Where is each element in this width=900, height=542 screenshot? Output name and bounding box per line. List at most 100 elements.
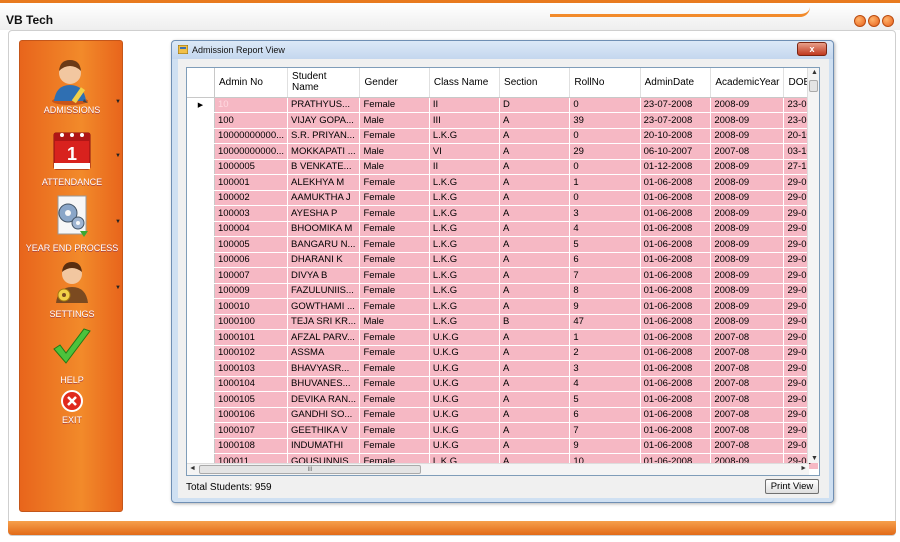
table-cell[interactable]: L.K.G	[429, 236, 501, 253]
scroll-right-icon[interactable]: ►	[800, 465, 807, 472]
table-cell[interactable]: 1000105	[214, 391, 289, 408]
table-cell[interactable]: 2008-09	[710, 236, 785, 253]
table-cell[interactable]: U.K.G	[429, 407, 501, 423]
table-cell[interactable]: 1000102	[214, 345, 289, 361]
table-cell[interactable]: 2008-09	[710, 112, 785, 129]
table-cell[interactable]: 01-06-2008	[640, 314, 712, 330]
table-cell[interactable]: 01-06-2008	[640, 221, 712, 237]
chevron-down-icon[interactable]: ▼	[115, 99, 121, 105]
table-cell[interactable]: 100003	[214, 205, 289, 222]
table-cell[interactable]: 100005	[214, 236, 289, 253]
table-cell[interactable]: Female	[359, 391, 430, 408]
table-cell[interactable]: BHAVYASR...	[287, 360, 361, 377]
row-header[interactable]	[187, 391, 215, 408]
table-cell[interactable]: AYESHA P	[287, 205, 361, 222]
window-dot-3[interactable]	[882, 15, 894, 27]
table-row[interactable]: 100010 GOWTHAMI ... Female L.K.G A 9 01-06-200…	[187, 298, 819, 315]
nav-year-end-process[interactable]: YEAR END PROCESS ▼	[20, 193, 124, 253]
table-cell[interactable]: L.K.G	[429, 267, 501, 284]
table-cell[interactable]: A	[499, 360, 571, 377]
table-cell[interactable]: DHARANI K	[287, 252, 361, 268]
table-cell[interactable]: A	[499, 407, 571, 423]
table-cell[interactable]: Female	[359, 221, 430, 237]
table-cell[interactable]: A	[499, 205, 571, 222]
horizontal-scrollbar[interactable]: ◄ III ►	[187, 463, 809, 475]
table-row[interactable]: 10000000000... MOKKAPATI ... Male VI A 29 06-1…	[187, 143, 819, 160]
table-cell[interactable]: A	[499, 143, 571, 160]
scroll-down-icon[interactable]: ▼	[811, 455, 818, 462]
column-header[interactable]: Gender	[359, 68, 430, 98]
row-header[interactable]	[187, 267, 215, 284]
table-cell[interactable]: 7	[569, 267, 641, 284]
table-cell[interactable]: 6	[569, 407, 641, 423]
window-title-bar[interactable]: Admission Report View x	[172, 41, 833, 59]
table-row[interactable]: 100005 BANGARU N... Female L.K.G A 5 01-06-200…	[187, 236, 819, 253]
row-header[interactable]	[187, 205, 215, 222]
table-cell[interactable]: Male	[359, 314, 430, 330]
table-cell[interactable]: Female	[359, 407, 430, 423]
table-cell[interactable]: 39	[569, 112, 641, 129]
table-cell[interactable]: 01-06-2008	[640, 391, 712, 408]
table-cell[interactable]: Female	[359, 298, 430, 315]
table-cell[interactable]: 9	[569, 438, 641, 454]
table-cell[interactable]: 2007-08	[710, 329, 785, 346]
table-cell[interactable]: 100010	[214, 298, 289, 315]
row-header[interactable]	[187, 143, 215, 160]
table-cell[interactable]: BANGARU N...	[287, 236, 361, 253]
table-cell[interactable]: 100006	[214, 252, 289, 268]
table-cell[interactable]: DEVIKA RAN...	[287, 391, 361, 408]
table-cell[interactable]: 01-06-2008	[640, 438, 712, 454]
table-cell[interactable]: 2007-08	[710, 345, 785, 361]
table-row[interactable]: 100003 AYESHA P Female L.K.G A 3 01-06-2008 200…	[187, 205, 819, 222]
table-cell[interactable]: A	[499, 438, 571, 454]
table-cell[interactable]: A	[499, 190, 571, 206]
column-header[interactable]: RollNo	[569, 68, 641, 98]
nav-help[interactable]: HELP	[20, 325, 124, 385]
horizontal-scroll-thumb[interactable]: III	[199, 465, 421, 474]
table-cell[interactable]: AFZAL PARV...	[287, 329, 361, 346]
table-cell[interactable]: ALEKHYA M	[287, 174, 361, 191]
table-cell[interactable]: Female	[359, 438, 430, 454]
table-cell[interactable]: Female	[359, 236, 430, 253]
window-dot-2[interactable]	[868, 15, 880, 27]
scroll-left-icon[interactable]: ◄	[189, 465, 196, 472]
table-cell[interactable]: U.K.G	[429, 345, 501, 361]
table-cell[interactable]: 100004	[214, 221, 289, 237]
table-cell[interactable]: 8	[569, 283, 641, 299]
table-cell[interactable]: 2008-09	[710, 221, 785, 237]
table-cell[interactable]: 2008-09	[710, 190, 785, 206]
table-cell[interactable]: ASSMA	[287, 345, 361, 361]
table-cell[interactable]: L.K.G	[429, 252, 501, 268]
table-cell[interactable]: 1000108	[214, 438, 289, 454]
table-cell[interactable]: II	[429, 97, 501, 113]
scroll-up-icon[interactable]: ▲	[811, 69, 818, 76]
table-cell[interactable]: GANDHI SO...	[287, 407, 361, 423]
column-header[interactable]: Admin No	[214, 68, 289, 98]
table-cell[interactable]: 2008-09	[710, 267, 785, 284]
table-cell[interactable]: 1000005	[214, 159, 289, 175]
table-cell[interactable]: Female	[359, 376, 430, 392]
table-cell[interactable]: 20-10-2008	[640, 128, 712, 144]
table-cell[interactable]: L.K.G	[429, 314, 501, 330]
table-cell[interactable]: A	[499, 267, 571, 284]
table-row[interactable]: 100007 DIVYA B Female L.K.G A 7 01-06-2008 2008…	[187, 267, 819, 284]
table-cell[interactable]: Male	[359, 143, 430, 160]
table-cell[interactable]: 2	[569, 345, 641, 361]
table-cell[interactable]: GEETHIKA V	[287, 422, 361, 439]
table-cell[interactable]: 2007-08	[710, 438, 785, 454]
table-cell[interactable]: 100007	[214, 267, 289, 284]
table-cell[interactable]: L.K.G	[429, 128, 501, 144]
table-cell[interactable]: A	[499, 128, 571, 144]
table-cell[interactable]: U.K.G	[429, 376, 501, 392]
chevron-down-icon[interactable]: ▼	[115, 285, 121, 291]
table-cell[interactable]: L.K.G	[429, 221, 501, 237]
table-cell[interactable]: S.R. PRIYAN...	[287, 128, 361, 144]
row-header[interactable]	[187, 190, 215, 206]
table-cell[interactable]: A	[499, 298, 571, 315]
table-cell[interactable]: U.K.G	[429, 391, 501, 408]
table-cell[interactable]: Female	[359, 128, 430, 144]
table-cell[interactable]: A	[499, 283, 571, 299]
table-cell[interactable]: 0	[569, 159, 641, 175]
table-cell[interactable]: 01-06-2008	[640, 252, 712, 268]
table-cell[interactable]: 01-06-2008	[640, 360, 712, 377]
